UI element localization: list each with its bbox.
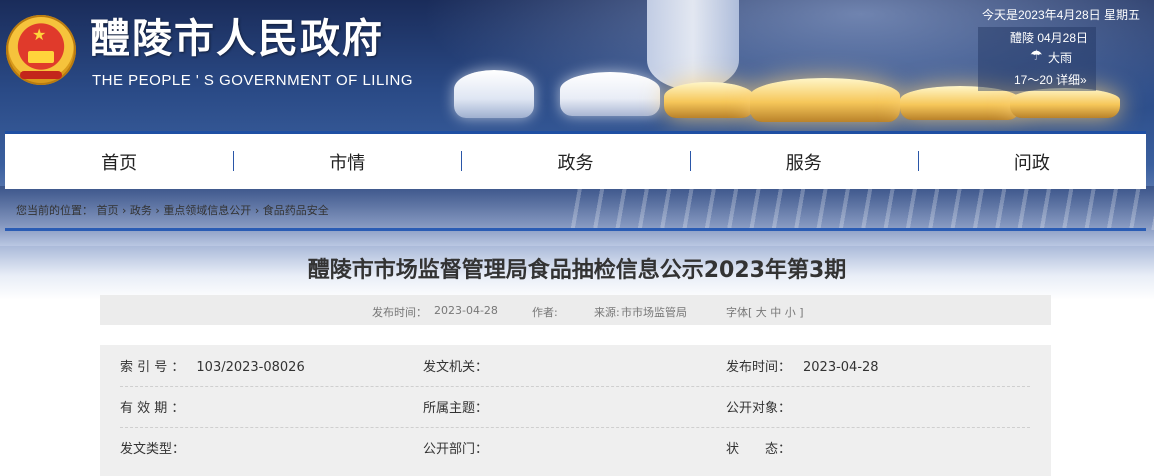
info-value: 2023-04-28	[803, 360, 879, 375]
document-info-table: 索 引 号 ： 103/2023-08026 发文机关： 发布时间： 2023-04…	[100, 345, 1051, 476]
breadcrumb-link-key-disclosure[interactable]: 重点领域信息公开	[163, 204, 251, 217]
font-size-control: 字体[ 大 中 小 ]	[726, 304, 804, 320]
info-row: 索 引 号 ： 103/2023-08026 发文机关： 发布时间： 2023-04…	[120, 345, 1030, 387]
ribbon-icon	[20, 71, 62, 79]
weather-condition: 大雨	[1048, 51, 1073, 65]
breadcrumb-link-home[interactable]: 首页	[97, 204, 119, 217]
info-label: 有 效 期 ：	[120, 401, 185, 416]
gate-icon	[28, 51, 54, 63]
rain-icon: ☂	[1030, 47, 1043, 63]
nav-item-inquiry[interactable]: 问政	[917, 149, 1146, 175]
banner-building-image	[900, 86, 1020, 120]
main-nav: 首页 市情 政务 服务 问政	[5, 131, 1146, 189]
info-cell-status: 状 态：	[726, 438, 803, 457]
info-label: 发文机关：	[423, 360, 489, 375]
info-label: 发文类型：	[120, 442, 186, 457]
info-label: 所属主题：	[423, 401, 489, 416]
banner-tower-image	[647, 0, 739, 90]
article-meta-bar: 发布时间： 2023-04-28 作者: 来源: 市市场监管局 字体[ 大 中 …	[100, 295, 1051, 325]
site-subtitle: THE PEOPLE ' S GOVERNMENT OF LILING	[92, 72, 413, 89]
info-value: 103/2023-08026	[196, 360, 305, 375]
divider-line	[5, 228, 1146, 231]
info-cell-audience: 公开对象：	[726, 397, 803, 416]
author-label: 作者:	[532, 306, 558, 319]
today-date: 今天是2023年4月28日 星期五	[981, 8, 1140, 22]
breadcrumb-separator: ›	[155, 204, 160, 217]
banner-building-image	[560, 72, 660, 116]
font-size-medium-button[interactable]: 中	[770, 306, 781, 319]
banner-building-image	[750, 78, 900, 122]
weather-detail-link[interactable]: 详细»	[1056, 73, 1087, 87]
info-label: 公开对象：	[726, 401, 792, 416]
info-row: 有 效 期 ： 所属主题： 公开对象：	[120, 386, 1030, 428]
font-size-close: ]	[799, 306, 804, 319]
info-label: 索 引 号 ：	[120, 360, 185, 375]
info-cell-index-number: 索 引 号 ： 103/2023-08026	[120, 356, 305, 375]
national-emblem-logo[interactable]: ★	[6, 15, 76, 85]
nav-item-government-affairs[interactable]: 政务	[461, 149, 689, 175]
banner-building-image	[454, 70, 534, 118]
font-size-label: 字体[	[726, 306, 753, 319]
source-label: 来源:	[594, 306, 620, 319]
info-label: 公开部门：	[423, 442, 489, 457]
info-label: 发布时间：	[726, 360, 792, 375]
publish-time-value: 2023-04-28	[434, 304, 498, 317]
banner-building-image	[1010, 88, 1120, 118]
weather-temperature: 17～20	[1014, 73, 1053, 87]
breadcrumb-prefix: 您当前的位置：	[16, 204, 93, 217]
breadcrumb-separator: ›	[254, 204, 260, 217]
info-cell-publish-time: 发布时间： 2023-04-28	[726, 356, 879, 375]
star-icon: ★	[32, 25, 47, 44]
article-title: 醴陵市市场监督管理局食品抽检信息公示2023年第3期	[307, 258, 847, 283]
nav-item-home[interactable]: 首页	[5, 149, 233, 175]
site-title[interactable]: 醴陵市人民政府	[90, 15, 384, 63]
info-label: 状 态：	[726, 442, 792, 457]
info-cell-validity: 有 效 期 ：	[120, 397, 196, 416]
weather-date: 醴陵 04月28日	[1010, 31, 1089, 45]
font-size-small-button[interactable]: 小	[785, 306, 796, 319]
info-cell-department: 公开部门：	[423, 438, 500, 457]
font-size-large-button[interactable]: 大	[756, 306, 767, 319]
nav-item-services[interactable]: 服务	[689, 149, 918, 175]
breadcrumb-link-food-drug-safety[interactable]: 食品药品安全	[263, 204, 329, 217]
banner-building-image	[664, 82, 754, 118]
breadcrumb: 您当前的位置： 首页 › 政务 › 重点领域信息公开 › 食品药品安全	[16, 202, 329, 218]
nav-item-city-info[interactable]: 市情	[233, 149, 461, 175]
info-cell-topic: 所属主题：	[423, 397, 500, 416]
publish-time-label: 发布时间：	[372, 306, 427, 319]
info-row: 发文类型： 公开部门： 状 态：	[120, 427, 1030, 468]
info-cell-issuing-authority: 发文机关：	[423, 356, 500, 375]
info-cell-document-type: 发文类型：	[120, 438, 197, 457]
weather-widget: 醴陵 04月28日 ☂ 大雨 17～20 详细»	[978, 27, 1096, 91]
breadcrumb-link-government[interactable]: 政务	[130, 204, 152, 217]
banner-city-lights	[560, 186, 1154, 230]
breadcrumb-separator: ›	[122, 204, 127, 217]
weather-range: 17～20 详细»	[1014, 71, 1087, 88]
source-value: 市市场监管局	[621, 306, 687, 319]
